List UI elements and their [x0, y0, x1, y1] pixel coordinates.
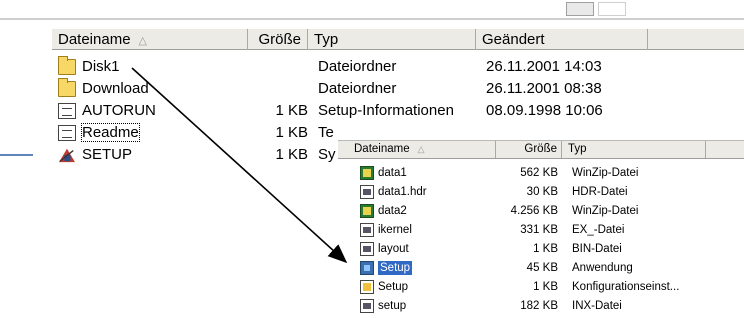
- file-size: 4.256 KB: [510, 205, 558, 217]
- config-file-icon: [360, 280, 374, 294]
- setup-program-icon: [59, 148, 75, 163]
- file-size: 562 KB: [520, 167, 558, 179]
- folder-icon: [58, 78, 76, 97]
- overlay-column-header-size[interactable]: Größe: [496, 141, 562, 158]
- overlay-list-item-setup-exe[interactable]: Setup 45 KB Anwendung: [338, 259, 744, 278]
- file-type: Dateiordner: [318, 58, 397, 75]
- file-type: EX_-Datei: [572, 224, 625, 236]
- toolbar-button-fragment[interactable]: [566, 2, 594, 16]
- folder-icon: [58, 56, 76, 75]
- file-type: WinZip-Datei: [572, 205, 639, 217]
- overlay-column-header-name[interactable]: Dateiname △: [348, 141, 496, 158]
- file-size: 1 KB: [533, 243, 558, 255]
- file-type: Setup-Informationen: [318, 102, 454, 119]
- list-item-download[interactable]: Download Dateiordner 26.11.2001 08:38: [52, 78, 744, 100]
- overlay-list-item-setup-ini[interactable]: Setup 1 KB Konfigurationseinst...: [338, 278, 744, 297]
- file-name-cell: Disk1: [58, 56, 120, 78]
- file-type: WinZip-Datei: [572, 167, 639, 179]
- list-item-disk1[interactable]: Disk1 Dateiordner 26.11.2001 14:03: [52, 56, 744, 78]
- overlay-list-item-data1[interactable]: data1 562 KB WinZip-Datei: [338, 164, 744, 183]
- overlay-list-item-ikernel[interactable]: ikernel 331 KB EX_-Datei: [338, 221, 744, 240]
- file-icon: [360, 223, 374, 237]
- column-header-empty: [648, 29, 744, 50]
- main-file-list-header: Dateiname △ Größe Typ Geändert: [52, 28, 744, 50]
- winzip-icon: [360, 204, 374, 218]
- file-modified: 08.09.1998 10:06: [486, 102, 603, 119]
- file-name-cell: Setup: [360, 278, 408, 297]
- file-type: HDR-Datei: [572, 186, 628, 198]
- file-name-cell: data2: [360, 202, 407, 221]
- file-icon: [360, 242, 374, 256]
- overlay-list-item-layout[interactable]: layout 1 KB BIN-Datei: [338, 240, 744, 259]
- file-size: 182 KB: [520, 300, 558, 312]
- file-name-cell: layout: [360, 240, 409, 259]
- sort-ascending-icon: △: [417, 144, 425, 154]
- file-name-cell: SETUP: [58, 144, 132, 166]
- toolbar-button-fragment-2[interactable]: [598, 2, 626, 16]
- file-name-cell: AUTORUN: [58, 100, 156, 122]
- overlay-list-item-data2[interactable]: data2 4.256 KB WinZip-Datei: [338, 202, 744, 221]
- file-modified: 26.11.2001 08:38: [486, 80, 602, 97]
- file-icon: [360, 185, 374, 199]
- text-document-icon: [58, 125, 76, 141]
- overlay-list-item-data1-hdr[interactable]: data1.hdr 30 KB HDR-Datei: [338, 183, 744, 202]
- list-item-autorun[interactable]: AUTORUN 1 KB Setup-Informationen 08.09.1…: [52, 100, 744, 122]
- overlay-file-list: Dateiname △ Größe Typ data1 562 KB WinZip…: [338, 140, 744, 318]
- column-header-modified[interactable]: Geändert: [476, 29, 648, 50]
- file-type: Sy: [318, 146, 336, 163]
- file-name-cell: ikernel: [360, 221, 412, 240]
- column-header-name-label: Dateiname: [58, 31, 131, 48]
- file-name-cell: data1.hdr: [360, 183, 427, 202]
- file-modified: 26.11.2001 14:03: [486, 58, 602, 75]
- file-type: Dateiordner: [318, 80, 397, 97]
- file-name-cell: data1: [360, 164, 407, 183]
- overlay-list-item-setup-inx[interactable]: setup 182 KB INX-Datei: [338, 297, 744, 316]
- overlay-list-header: Dateiname △ Größe Typ: [338, 141, 744, 159]
- file-size: 45 KB: [526, 262, 558, 274]
- file-size: 30 KB: [526, 186, 558, 198]
- file-name-cell: setup: [360, 297, 406, 316]
- column-header-type[interactable]: Typ: [308, 29, 476, 50]
- file-type: Te: [318, 124, 334, 141]
- file-type: Konfigurationseinst...: [572, 281, 680, 293]
- file-size: 331 KB: [520, 224, 558, 236]
- file-name-cell: Download: [58, 78, 149, 100]
- setup-info-icon: [58, 103, 76, 119]
- file-size: 1 KB: [275, 102, 308, 119]
- file-type: Anwendung: [572, 262, 633, 274]
- top-divider: [0, 18, 744, 20]
- sort-ascending-icon: △: [138, 35, 148, 47]
- file-size: 1 KB: [275, 124, 308, 141]
- column-header-name[interactable]: Dateiname △: [52, 29, 248, 50]
- column-header-size[interactable]: Größe: [248, 29, 308, 50]
- file-name-cell: Readme: [58, 122, 140, 144]
- overlay-column-header-type[interactable]: Typ: [562, 141, 706, 158]
- winzip-icon: [360, 166, 374, 180]
- tree-connector-line: [0, 154, 33, 156]
- file-type: BIN-Datei: [572, 243, 622, 255]
- file-icon: [360, 299, 374, 313]
- file-size: 1 KB: [533, 281, 558, 293]
- application-icon: [360, 261, 374, 275]
- file-size: 1 KB: [275, 146, 308, 163]
- file-type: INX-Datei: [572, 300, 622, 312]
- file-name-cell-selected: Setup: [360, 259, 413, 278]
